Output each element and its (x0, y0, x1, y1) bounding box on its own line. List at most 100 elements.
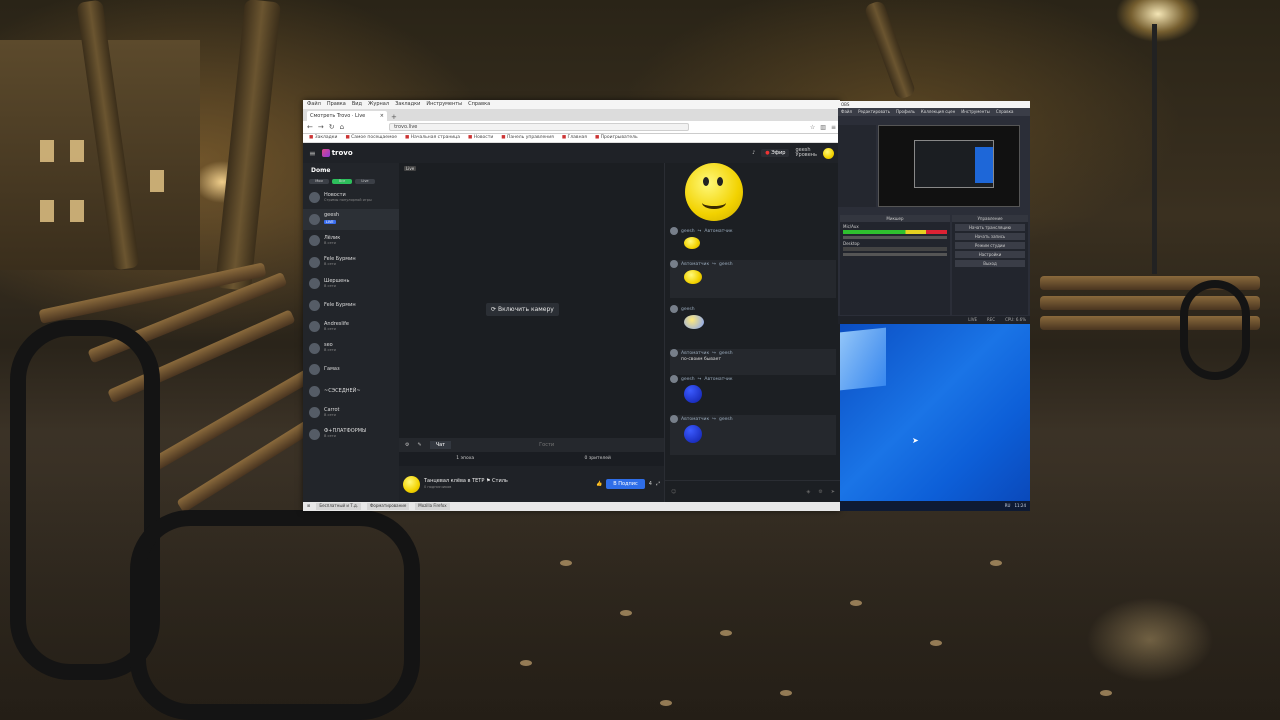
like-icon[interactable]: 👍 (596, 481, 602, 487)
chat-user[interactable]: geesh (681, 307, 695, 312)
reload-icon[interactable]: ↻ (329, 123, 335, 131)
chat-user[interactable]: geesh (681, 229, 695, 234)
filter-chip[interactable]: Live (355, 179, 375, 184)
menu-icon[interactable]: ≡ (831, 124, 836, 131)
sidebar-item[interactable]: Гамаз (303, 359, 399, 381)
chat-user[interactable]: geesh (681, 377, 695, 382)
bookmark-item[interactable]: Новости (468, 135, 494, 141)
send-icon[interactable]: ➤ (831, 489, 835, 495)
filter-chip[interactable]: Мои (309, 179, 329, 184)
follow-button[interactable]: В Подпис (606, 479, 645, 489)
browser-window[interactable]: Файл Правка Вид Журнал Закладки Инструме… (303, 100, 841, 511)
sidebar-item[interactable]: geesh LIVE (303, 208, 399, 230)
tray-language[interactable]: RU (1005, 503, 1011, 509)
home-icon[interactable]: ⌂ (340, 123, 344, 131)
sidebar-item[interactable]: Fele Бурмин (303, 295, 399, 317)
scenes-panel[interactable] (838, 125, 876, 207)
browser-toolbar: ← → ↻ ⌂ trovo.live ☆ ▥ ≡ (303, 121, 840, 134)
taskbar-item[interactable]: Mozilla Firefox (415, 503, 450, 510)
sidebar-item-status: В сети (324, 262, 336, 267)
bookmark-star-icon[interactable]: ☆ (810, 124, 815, 131)
start-icon[interactable]: ⊞ (307, 503, 310, 510)
menu-item[interactable]: Файл (307, 101, 321, 108)
sidebar-item[interactable]: seo В сети (303, 338, 399, 360)
close-icon[interactable]: × (380, 113, 384, 119)
windows-logo-icon (840, 327, 886, 391)
start-streaming-button[interactable]: Начать трансляцию (955, 224, 1025, 231)
start-recording-button[interactable]: Начать запись (955, 233, 1025, 240)
browser-tab[interactable]: Смотреть Trovo · Live × (307, 111, 387, 121)
tray-clock[interactable]: 11:24 (1014, 503, 1026, 509)
sidebar-item[interactable]: Ф+ПЛАТФОРМЫ В сети (303, 424, 399, 446)
bookmark-item[interactable]: Панель управления (501, 135, 554, 141)
menu-item[interactable]: Профиль (896, 109, 915, 115)
sidebar-item[interactable]: Fele Бурмин В сети (303, 252, 399, 274)
studio-mode-button[interactable]: Режим студии (955, 242, 1025, 249)
library-icon[interactable]: ▥ (820, 124, 826, 131)
chat-panel: geesh ↪ Автоматчик Автоматчик ↪ geesh ge… (664, 163, 841, 502)
enable-camera-button[interactable]: ⟳ Включить камеру (486, 303, 559, 316)
windows-desktop[interactable]: ➤ RU 11:24 (840, 324, 1030, 511)
address-bar[interactable]: trovo.live (389, 123, 690, 131)
avatar (670, 305, 678, 313)
sidebar-item[interactable]: Лёлик В сети (303, 230, 399, 252)
forward-icon[interactable]: → (318, 123, 324, 131)
trovo-logo-icon (321, 149, 330, 157)
hamburger-icon[interactable]: ≡ (309, 149, 316, 158)
filter-chip[interactable]: Все (332, 179, 352, 184)
bookmark-item[interactable]: Главная (562, 135, 587, 141)
taskbar-item[interactable]: Бесплатный и Т.д. (316, 503, 361, 510)
tab-guests[interactable]: Гости (539, 442, 554, 448)
chat-user[interactable]: Автоматчик (681, 351, 709, 356)
avatar[interactable] (403, 475, 420, 493)
obs-window[interactable]: OBS Файл Редактировать Профиль Коллекция… (838, 101, 1030, 324)
go-live-button[interactable]: ● Эфир (761, 149, 790, 157)
user-chip[interactable]: geesh Уровень (795, 148, 817, 158)
menu-item[interactable]: Закладки (395, 101, 420, 108)
record-icon: ● (765, 150, 770, 156)
bookmark-item[interactable]: Самое посещаемое (345, 135, 397, 141)
menu-item[interactable]: Файл (841, 109, 852, 115)
menu-item[interactable]: Инструменты (961, 109, 990, 115)
menu-item[interactable]: Инструменты (426, 101, 462, 108)
sidebar-item[interactable]: Andreslife В сети (303, 316, 399, 338)
chat-user[interactable]: Автоматчик (681, 262, 709, 267)
tab-chat[interactable]: Чат (429, 441, 452, 449)
menu-item[interactable]: Коллекция сцен (921, 109, 955, 115)
menu-item[interactable]: Редактировать (858, 109, 890, 115)
settings-icon[interactable]: ⚙ (818, 489, 822, 495)
avatar[interactable] (823, 147, 834, 159)
sidebar-item[interactable]: Шершень В сети (303, 273, 399, 295)
video-player[interactable]: Live ⟳ Включить камеру (399, 163, 664, 438)
menu-item[interactable]: Справка (996, 109, 1014, 115)
sidebar-item[interactable]: Новости Стримы популярной игры (303, 187, 399, 209)
gift-icon[interactable]: ◈ (806, 489, 810, 495)
chat-user[interactable]: Автоматчик (681, 417, 709, 422)
menu-item[interactable]: Справка (468, 101, 490, 108)
menu-item[interactable]: Правка (327, 101, 346, 108)
chat-input[interactable]: ☺ ◈ ⚙ ➤ (665, 480, 841, 502)
bookmark-item[interactable]: Проигрыватель (595, 135, 638, 141)
app-header: ≡ trovo ♪ ● Эфир geesh Уровень (303, 143, 840, 163)
back-icon[interactable]: ← (307, 123, 313, 131)
new-tab-icon[interactable]: + (391, 113, 397, 121)
taskbar-item[interactable]: Форматирование (366, 503, 410, 510)
emoji-icon[interactable]: ☺ (671, 489, 676, 495)
sidebar-item[interactable]: ~СЭСЕДНЕЙ~ (303, 381, 399, 403)
bookmark-item[interactable]: Закладки (309, 135, 338, 141)
bookmark-item[interactable]: Начальная страница (405, 135, 460, 141)
settings-button[interactable]: Настройки (955, 251, 1025, 258)
settings-icon[interactable]: ⚙ (405, 442, 409, 448)
following-sidebar: Dome Мои Все Live Новости Стримы популярн… (303, 163, 399, 502)
obs-preview[interactable] (878, 125, 1020, 207)
menu-item[interactable]: Вид (352, 101, 362, 108)
volume-slider[interactable] (843, 253, 947, 256)
share-icon[interactable]: ⤢ (656, 481, 660, 487)
mixer-channel-label: Desktop (843, 241, 860, 246)
exit-button[interactable]: Выход (955, 260, 1025, 267)
trovo-logo[interactable]: trovo (321, 149, 353, 157)
sidebar-item[interactable]: Carrot В сети (303, 402, 399, 424)
menu-item[interactable]: Журнал (368, 101, 389, 108)
edit-icon[interactable]: ✎ (417, 442, 421, 448)
notification-icon[interactable]: ♪ (752, 150, 755, 156)
